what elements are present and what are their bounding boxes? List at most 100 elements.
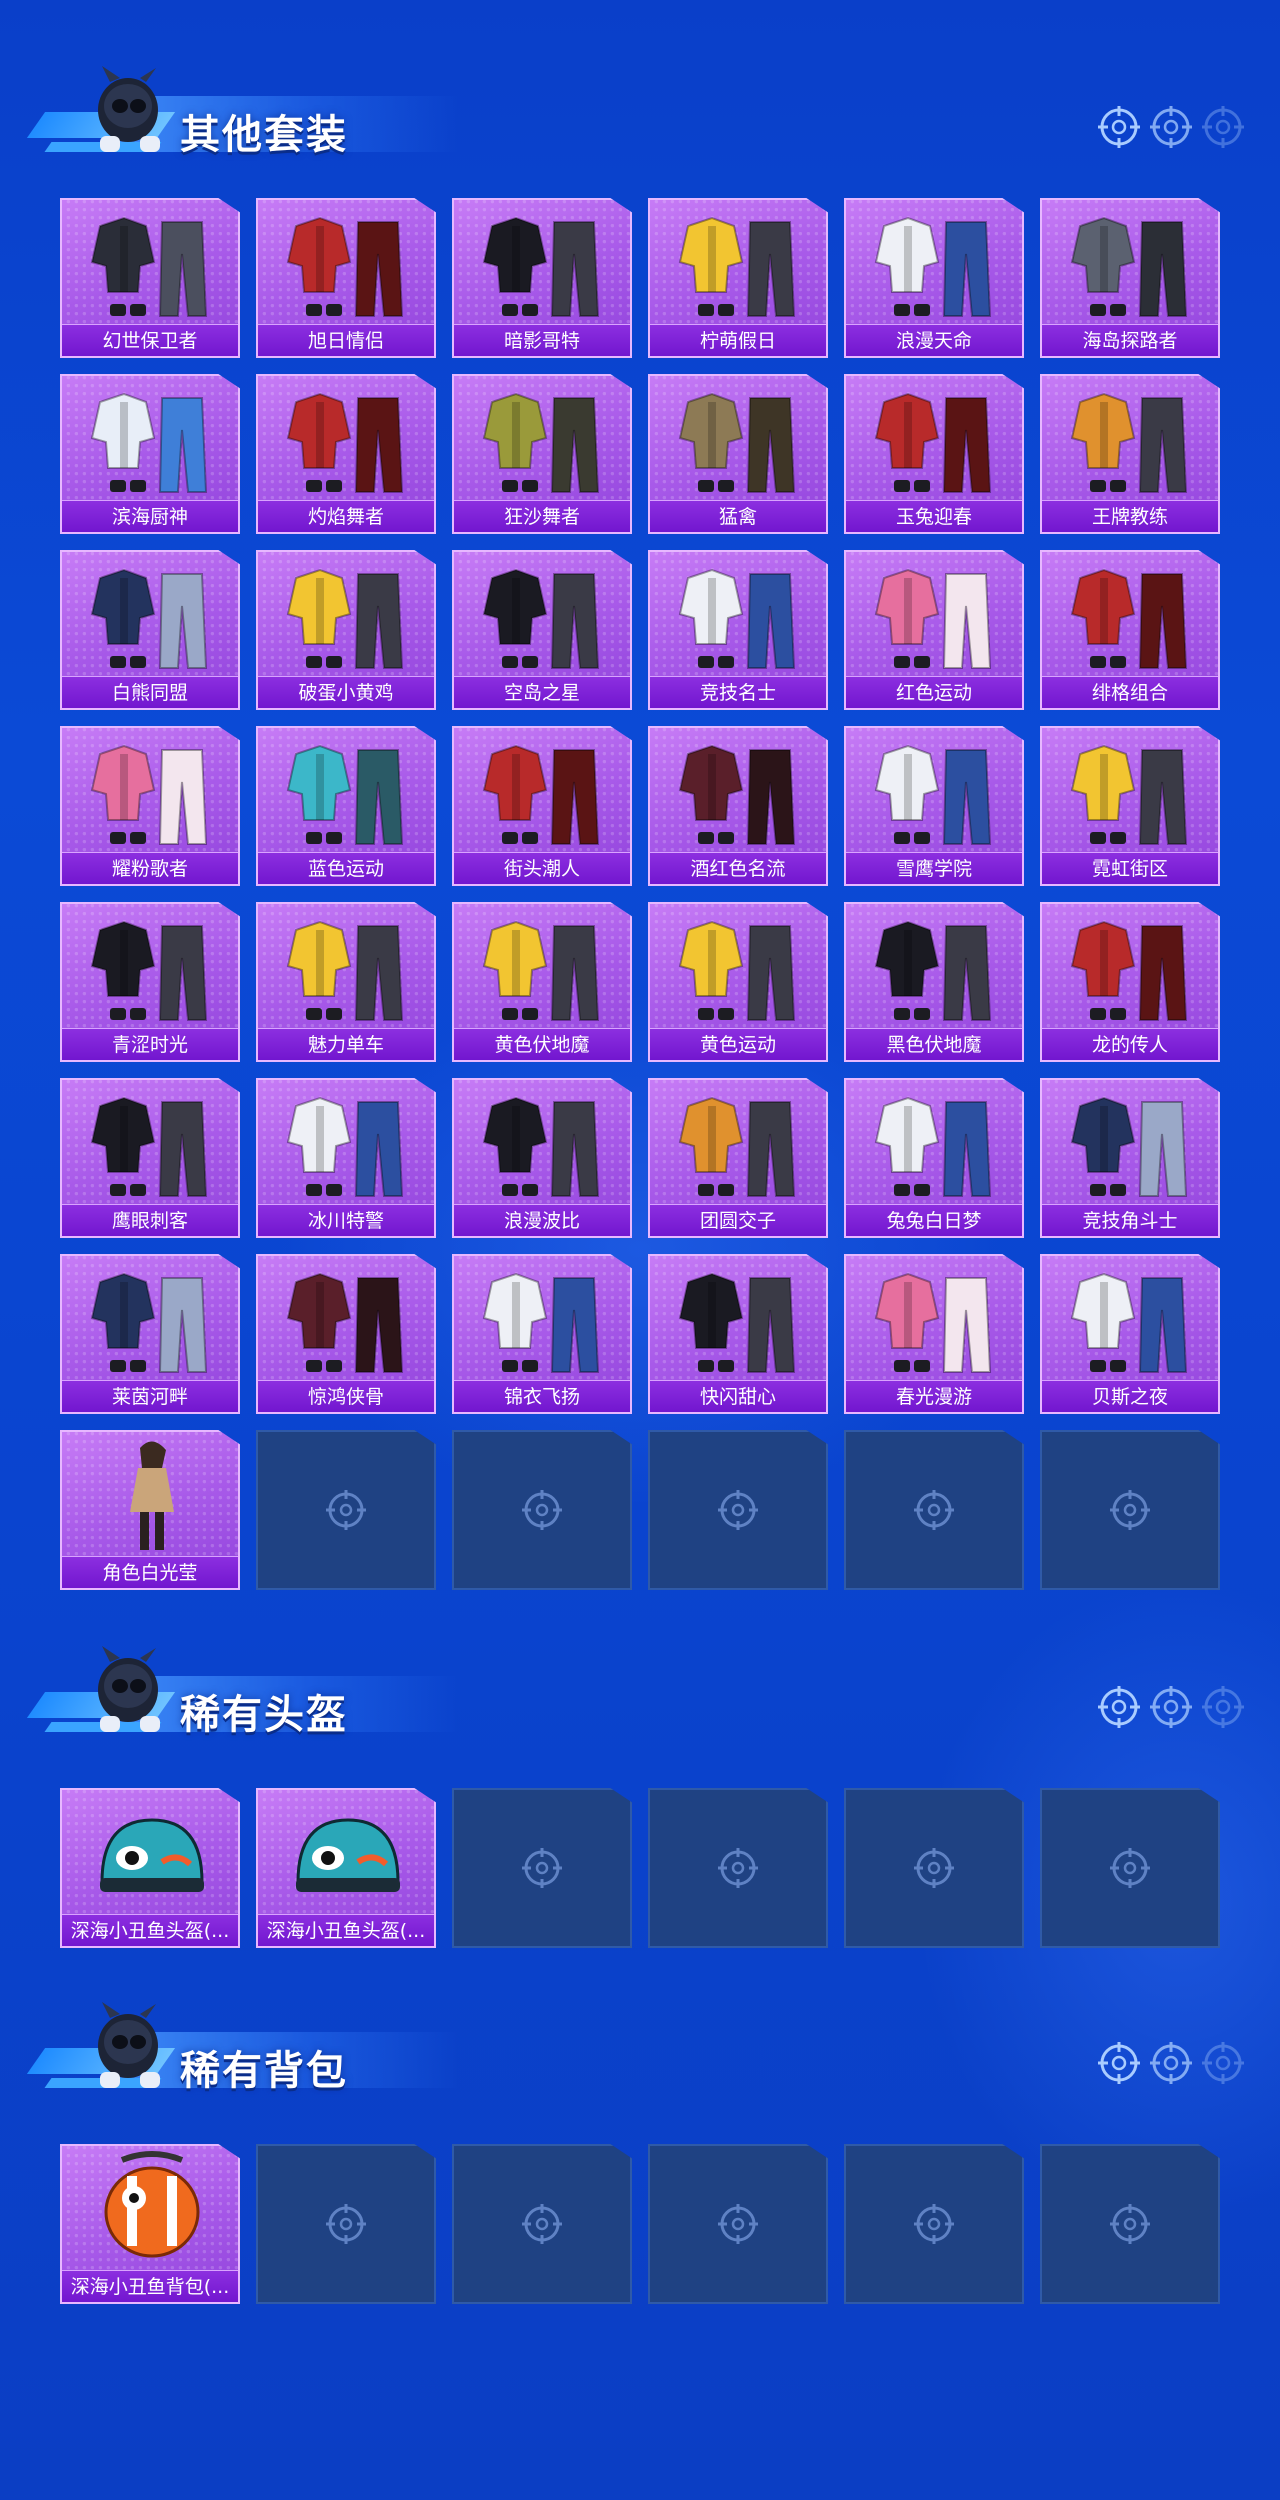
item-card[interactable]: 青涩时光 [60,902,240,1062]
crosshair-target-icon [1150,2042,1192,2084]
section-header: 稀有背包 [26,1996,458,2106]
crosshair-target-icon [914,2204,954,2244]
item-card[interactable]: 酒红色名流 [648,726,828,886]
outfit-icon [678,744,796,845]
item-name: 角色白光莹 [62,1556,238,1588]
outfit-icon [482,1096,600,1197]
item-card[interactable]: 耀粉歌者 [60,726,240,886]
crosshair-target-icon [326,1490,366,1530]
header-decoration [1096,1684,1246,1734]
item-card[interactable]: 幻世保卫者 [60,198,240,358]
item-name: 龙的传人 [1042,1028,1218,1060]
crosshair-target-icon [1202,1686,1244,1728]
outfit-icon [286,744,404,845]
item-card[interactable]: 浪漫天命 [844,198,1024,358]
item-card[interactable]: 黄色伏地魔 [452,902,632,1062]
outfit-icon [286,392,404,493]
item-card[interactable]: 破蛋小黄鸡 [256,550,436,710]
item-card[interactable]: 白熊同盟 [60,550,240,710]
item-card[interactable]: 蓝色运动 [256,726,436,886]
item-card[interactable]: 兔兔白日梦 [844,1078,1024,1238]
section-title: 稀有背包 [180,2048,348,2094]
empty-slot [256,1430,436,1590]
item-card[interactable]: 锦衣飞扬 [452,1254,632,1414]
crosshair-target-icon [1110,1848,1150,1888]
item-card[interactable]: 春光漫游 [844,1254,1024,1414]
item-card[interactable]: 红色运动 [844,550,1024,710]
item-card[interactable]: 深海小丑鱼头盔(... [60,1788,240,1948]
item-card[interactable]: 快闪甜心 [648,1254,828,1414]
item-card[interactable]: 鹰眼刺客 [60,1078,240,1238]
item-name: 滨海厨神 [62,500,238,532]
item-card[interactable]: 黄色运动 [648,902,828,1062]
item-grid: 幻世保卫者 旭日情侣 暗影哥特 柠萌假日 浪漫天命 海岛探路者滨海厨神 灼焰舞者 狂沙舞者 猛禽… [60,198,1222,1590]
outfit-icon [874,392,992,493]
item-card[interactable]: 深海小丑鱼头盔(... [256,1788,436,1948]
item-name: 暗影哥特 [454,324,630,356]
section-header: 其他套装 [26,60,458,170]
item-name: 团圆交子 [650,1204,826,1236]
item-card[interactable]: 狂沙舞者 [452,374,632,534]
item-card[interactable]: 旭日情侣 [256,198,436,358]
item-card[interactable]: 龙的传人 [1040,902,1220,1062]
empty-slot [648,2144,828,2304]
item-card[interactable]: 竞技名士 [648,550,828,710]
outfit-icon [1070,1272,1188,1373]
crosshair-target-icon [1202,2042,1244,2084]
item-name: 破蛋小黄鸡 [258,676,434,708]
item-name: 快闪甜心 [650,1380,826,1412]
item-card[interactable]: 猛禽 [648,374,828,534]
outfit-icon [874,216,992,317]
item-card[interactable]: 团圆交子 [648,1078,828,1238]
backpack-icon [104,2151,200,2258]
crosshair-target-icon [718,2204,758,2244]
item-card[interactable]: 霓虹街区 [1040,726,1220,886]
item-card[interactable]: 浪漫波比 [452,1078,632,1238]
outfit-icon [286,1096,404,1197]
empty-slot [844,1788,1024,1948]
item-card[interactable]: 暗影哥特 [452,198,632,358]
item-name: 柠萌假日 [650,324,826,356]
outfit-icon [90,920,208,1021]
crosshair-target-icon [522,1848,562,1888]
item-card[interactable]: 深海小丑鱼背包(... [60,2144,240,2304]
item-grid: 深海小丑鱼头盔(... 深海小丑鱼头盔(... [60,1788,1222,1948]
mascot-icon [98,2002,160,2088]
outfit-icon [90,1272,208,1373]
item-card[interactable]: 莱茵河畔 [60,1254,240,1414]
item-card[interactable]: 街头潮人 [452,726,632,886]
item-card[interactable]: 王牌教练 [1040,374,1220,534]
item-card[interactable]: 空岛之星 [452,550,632,710]
item-card[interactable]: 角色白光莹 [60,1430,240,1590]
outfit-icon [874,920,992,1021]
item-card[interactable]: 雪鹰学院 [844,726,1024,886]
empty-slot [648,1788,828,1948]
item-card[interactable]: 惊鸿侠骨 [256,1254,436,1414]
item-name: 锦衣飞扬 [454,1380,630,1412]
item-name: 竞技角斗士 [1042,1204,1218,1236]
item-name: 玉兔迎春 [846,500,1022,532]
item-card[interactable]: 滨海厨神 [60,374,240,534]
item-name: 春光漫游 [846,1380,1022,1412]
item-card[interactable]: 贝斯之夜 [1040,1254,1220,1414]
item-name: 白熊同盟 [62,676,238,708]
item-card[interactable]: 竞技角斗士 [1040,1078,1220,1238]
item-card[interactable]: 黑色伏地魔 [844,902,1024,1062]
item-card[interactable]: 柠萌假日 [648,198,828,358]
outfit-icon [678,920,796,1021]
item-card[interactable]: 魅力单车 [256,902,436,1062]
item-card[interactable]: 灼焰舞者 [256,374,436,534]
item-name: 竞技名士 [650,676,826,708]
item-name: 王牌教练 [1042,500,1218,532]
crosshair-target-icon [914,1490,954,1530]
outfit-icon [90,744,208,845]
item-name: 青涩时光 [62,1028,238,1060]
item-card[interactable]: 冰川特警 [256,1078,436,1238]
outfit-icon [874,744,992,845]
item-card[interactable]: 海岛探路者 [1040,198,1220,358]
item-card[interactable]: 玉兔迎春 [844,374,1024,534]
item-name: 耀粉歌者 [62,852,238,884]
item-name: 狂沙舞者 [454,500,630,532]
item-name: 酒红色名流 [650,852,826,884]
item-card[interactable]: 绯格组合 [1040,550,1220,710]
